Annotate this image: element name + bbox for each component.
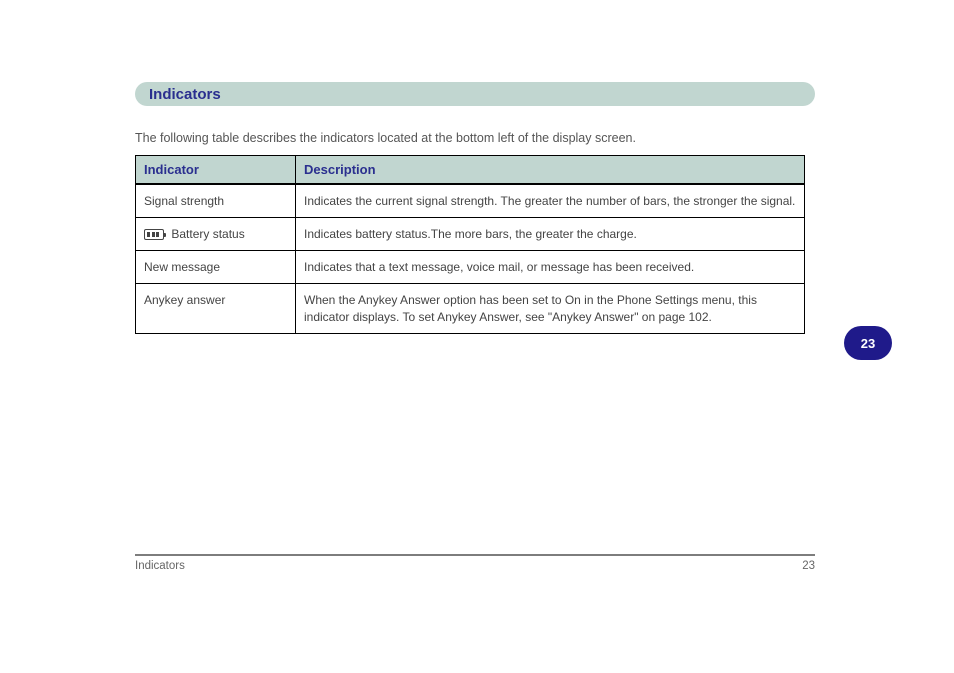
- table-header-row: Indicator Description: [136, 155, 805, 184]
- table-header-description: Description: [296, 155, 805, 184]
- cell-description: When the Anykey Answer option has been s…: [296, 284, 805, 333]
- battery-icon: [144, 229, 164, 240]
- table-row: New message Indicates that a text messag…: [136, 251, 805, 284]
- table-row: Signal strength Indicates the current si…: [136, 184, 805, 218]
- cell-indicator: Battery status: [136, 218, 296, 251]
- table-row: Battery status Indicates battery status.…: [136, 218, 805, 251]
- cell-indicator: Signal strength: [136, 184, 296, 218]
- footer-section-name: Indicators: [135, 560, 185, 572]
- cell-description: Indicates that a text message, voice mai…: [296, 251, 805, 284]
- section-title: Indicators: [149, 86, 221, 103]
- cell-indicator-label: Battery status: [171, 227, 244, 241]
- cell-indicator: New message: [136, 251, 296, 284]
- page-content: Indicators The following table describes…: [135, 82, 815, 334]
- page-footer: Indicators 23: [135, 554, 815, 572]
- indicators-table: Indicator Description Signal strength In…: [135, 155, 805, 334]
- table-header-indicator: Indicator: [136, 155, 296, 184]
- footer-page-number: 23: [802, 560, 815, 572]
- cell-description: Indicates the current signal strength. T…: [296, 184, 805, 218]
- table-row: Anykey answer When the Anykey Answer opt…: [136, 284, 805, 333]
- section-intro: The following table describes the indica…: [135, 130, 815, 147]
- page-number-tab: 23: [844, 326, 892, 360]
- section-header-bar: Indicators: [135, 82, 815, 106]
- battery-bars: [147, 232, 159, 237]
- cell-description: Indicates battery status.The more bars, …: [296, 218, 805, 251]
- cell-indicator: Anykey answer: [136, 284, 296, 333]
